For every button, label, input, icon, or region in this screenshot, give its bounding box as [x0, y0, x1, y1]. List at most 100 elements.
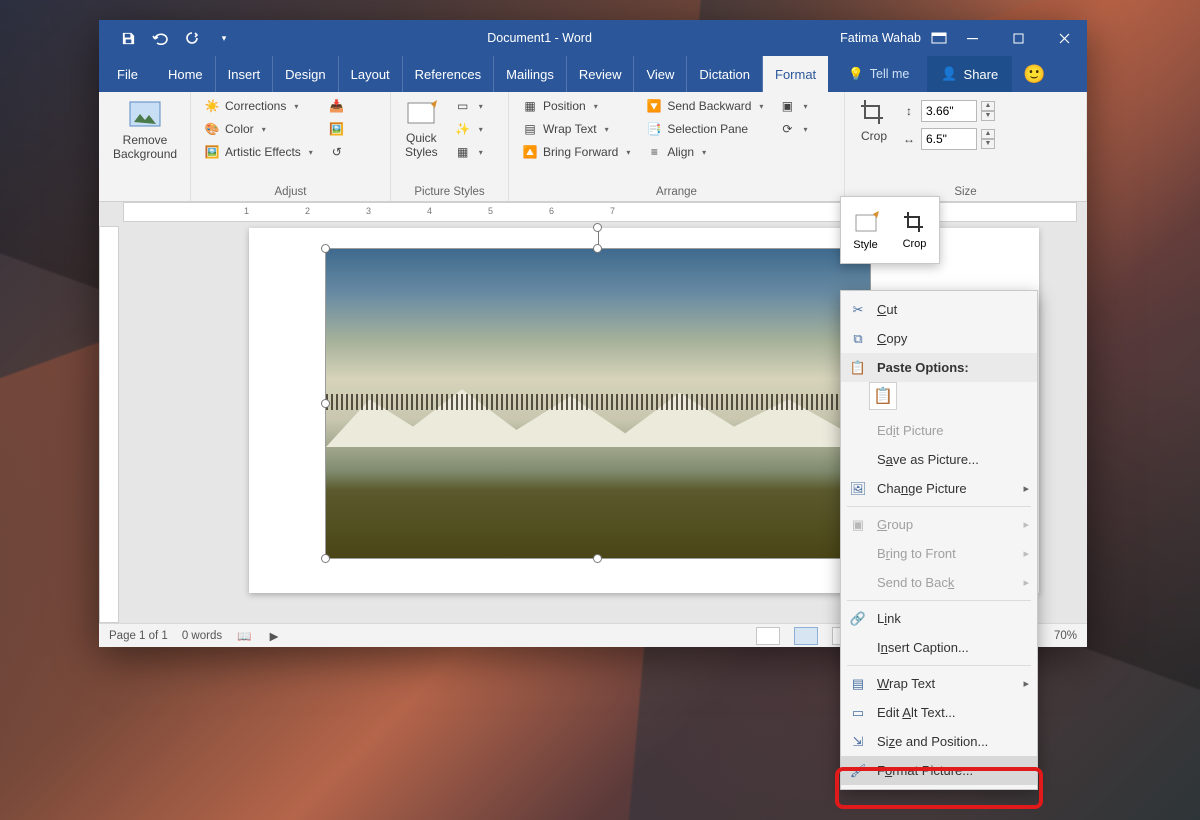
- ribbon-tabs: File Home Insert Design Layout Reference…: [99, 56, 1087, 92]
- undo-icon[interactable]: [145, 24, 175, 52]
- rotate-button[interactable]: ⟳: [774, 119, 812, 139]
- save-icon[interactable]: [113, 24, 143, 52]
- color-button[interactable]: 🎨Color: [199, 119, 318, 139]
- page-indicator[interactable]: Page 1 of 1: [109, 630, 168, 642]
- tab-review[interactable]: Review: [567, 56, 635, 92]
- tab-file[interactable]: File: [99, 56, 156, 92]
- tab-dictation[interactable]: Dictation: [687, 56, 763, 92]
- ctx-insert-caption[interactable]: Insert Caption...: [841, 633, 1037, 662]
- ctx-wrap-text[interactable]: ▤Wrap Text: [841, 669, 1037, 698]
- height-up[interactable]: ▲: [981, 101, 995, 111]
- backward-icon: 🔽: [646, 98, 662, 114]
- color-icon: 🎨: [204, 121, 220, 137]
- ctx-paste-header: 📋Paste Options:: [841, 353, 1037, 382]
- ctx-paste-option[interactable]: 📋: [869, 382, 897, 410]
- sun-icon: ☀️: [204, 98, 220, 114]
- tab-view[interactable]: View: [634, 56, 687, 92]
- forward-icon: 🔼: [522, 144, 538, 160]
- word-count[interactable]: 0 words: [182, 630, 222, 642]
- tab-home[interactable]: Home: [156, 56, 216, 92]
- ctx-format-picture[interactable]: 🖌Format Picture...: [841, 756, 1037, 785]
- ctx-link[interactable]: 🔗Link: [841, 604, 1037, 633]
- change-picture-button[interactable]: 🖼️: [324, 119, 350, 139]
- ctx-copy[interactable]: ⧉Copy: [841, 324, 1037, 353]
- tell-me[interactable]: 💡 Tell me: [848, 56, 909, 92]
- tab-mailings[interactable]: Mailings: [494, 56, 567, 92]
- group-adjust: ☀️Corrections 🎨Color 🖼️Artistic Effects …: [191, 92, 391, 201]
- close-button[interactable]: [1041, 20, 1087, 56]
- bring-forward-button[interactable]: 🔼Bring Forward: [517, 142, 635, 162]
- user-name[interactable]: Fatima Wahab: [840, 31, 921, 45]
- adjust-group-label: Adjust: [199, 186, 382, 201]
- feedback-icon[interactable]: 🙂: [1012, 56, 1056, 92]
- quick-access-toolbar: ▾: [99, 24, 239, 52]
- ribbon-options-icon[interactable]: [931, 30, 947, 46]
- minimize-button[interactable]: [949, 20, 995, 56]
- selection-pane-button[interactable]: 📑Selection Pane: [641, 119, 768, 139]
- tab-design[interactable]: Design: [273, 56, 338, 92]
- ctx-change-picture[interactable]: 🖼Change Picture: [841, 474, 1037, 503]
- height-input[interactable]: [921, 100, 977, 122]
- tab-layout[interactable]: Layout: [339, 56, 403, 92]
- picture-styles-label[interactable]: Picture Styles: [399, 186, 500, 201]
- ctx-group: ▣Group: [841, 510, 1037, 539]
- ctx-edit-alt-text[interactable]: ▭Edit Alt Text...: [841, 698, 1037, 727]
- width-up[interactable]: ▲: [981, 129, 995, 139]
- width-field[interactable]: ↔ ▲▼: [901, 128, 995, 150]
- handle-bl[interactable]: [321, 554, 330, 563]
- handle-t[interactable]: [593, 244, 602, 253]
- rotate-icon: ⟳: [779, 121, 795, 137]
- corrections-button[interactable]: ☀️Corrections: [199, 96, 318, 116]
- maximize-button[interactable]: [995, 20, 1041, 56]
- mini-crop-button[interactable]: Crop: [890, 197, 939, 263]
- window-title: Document1 - Word: [239, 31, 840, 45]
- handle-l[interactable]: [321, 399, 330, 408]
- share-button[interactable]: 👤 Share: [927, 56, 1012, 92]
- selected-picture[interactable]: [325, 248, 871, 559]
- zoom-level[interactable]: 70%: [1054, 630, 1077, 642]
- ctx-size-position[interactable]: ⇲Size and Position...: [841, 727, 1037, 756]
- tab-insert[interactable]: Insert: [216, 56, 274, 92]
- ctx-cut[interactable]: ✂CuCutt: [841, 295, 1037, 324]
- read-mode-button[interactable]: [756, 627, 780, 645]
- picture-border-button[interactable]: ▭: [450, 96, 488, 116]
- artistic-effects-button[interactable]: 🖼️Artistic Effects: [199, 142, 318, 162]
- reset-picture-button[interactable]: ↺: [324, 142, 350, 162]
- height-field[interactable]: ↕ ▲▼: [901, 100, 995, 122]
- position-button[interactable]: ▦Position: [517, 96, 635, 116]
- wrap-text-button[interactable]: ▤Wrap Text: [517, 119, 635, 139]
- ctx-send-back: Send to Back: [841, 568, 1037, 597]
- macro-icon[interactable]: ▶: [266, 628, 282, 644]
- send-backward-button[interactable]: 🔽Send Backward: [641, 96, 768, 116]
- vertical-ruler[interactable]: [99, 226, 119, 623]
- group-button[interactable]: ▣: [774, 96, 812, 116]
- redo-icon[interactable]: [177, 24, 207, 52]
- handle-tl[interactable]: [321, 244, 330, 253]
- height-down[interactable]: ▼: [981, 111, 995, 121]
- tab-references[interactable]: References: [403, 56, 494, 92]
- print-layout-button[interactable]: [794, 627, 818, 645]
- ctx-save-as-picture[interactable]: Save as Picture...: [841, 445, 1037, 474]
- ctx-edit-picture: Edit Picture: [841, 416, 1037, 445]
- border-icon: ▭: [455, 98, 471, 114]
- width-down[interactable]: ▼: [981, 139, 995, 149]
- group-size: Crop ↕ ▲▼ ↔ ▲▼ Size: [845, 92, 1087, 201]
- mini-style-button[interactable]: Style: [841, 197, 890, 263]
- remove-background-button[interactable]: Remove Background: [107, 96, 183, 164]
- tab-format[interactable]: Format: [763, 56, 828, 92]
- align-button[interactable]: ≡Align: [641, 142, 768, 162]
- crop-button[interactable]: Crop: [853, 96, 895, 146]
- qat-customize-icon[interactable]: ▾: [209, 24, 239, 52]
- quick-styles-button[interactable]: Quick Styles: [399, 96, 444, 162]
- compress-button[interactable]: 📥: [324, 96, 350, 116]
- width-input[interactable]: [921, 128, 977, 150]
- rotate-handle[interactable]: [593, 223, 602, 232]
- picture-layout-button[interactable]: ▦: [450, 142, 488, 162]
- share-label: Share: [964, 67, 999, 82]
- group-ctx-icon: ▣: [849, 517, 867, 533]
- window-controls: [949, 20, 1087, 56]
- picture-effects-button[interactable]: ✨: [450, 119, 488, 139]
- tell-me-label: Tell me: [870, 67, 910, 81]
- spellcheck-icon[interactable]: 📖: [236, 628, 252, 644]
- handle-b[interactable]: [593, 554, 602, 563]
